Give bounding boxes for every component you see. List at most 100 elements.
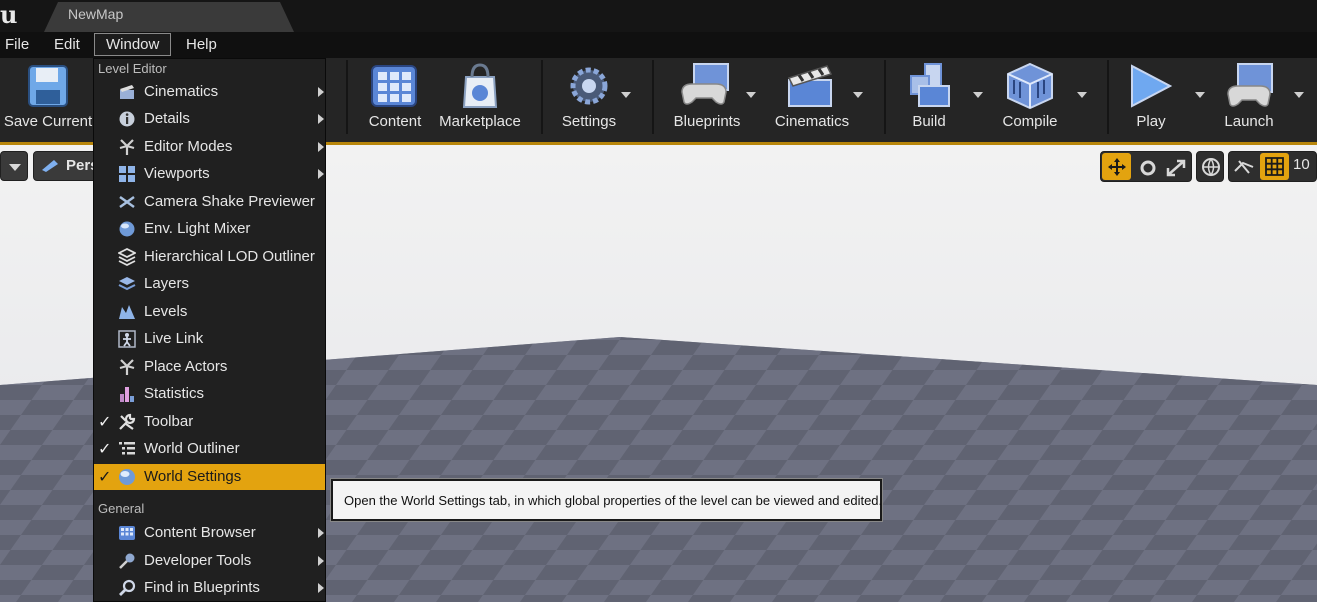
save-current-button[interactable]: Save Current [0, 58, 96, 138]
menu-item-camera-shake-previewer[interactable]: Camera Shake Previewer [94, 189, 325, 215]
menu-item-cinematics[interactable]: Cinematics [94, 79, 325, 105]
camera-shake-icon [119, 195, 135, 209]
list-icon [119, 442, 135, 455]
menu-item-label: Editor Modes [144, 138, 233, 155]
grid-snap-group: 10 [1228, 151, 1317, 182]
settings-button[interactable]: Settings [552, 58, 626, 138]
content-label: Content [368, 113, 422, 130]
world-settings-tooltip: Open the World Settings tab, in which gl… [331, 479, 882, 521]
toolbar-separator [1107, 60, 1109, 134]
menu-item-details[interactable]: Details [94, 106, 325, 132]
rotate-icon[interactable] [1138, 158, 1158, 178]
menu-item-label: Viewports [144, 165, 210, 182]
tab-title: NewMap [68, 6, 124, 22]
menu-item-label: Developer Tools [144, 552, 252, 569]
menu-item-label: Place Actors [144, 358, 228, 375]
menu-item-label: Content Browser [144, 524, 256, 541]
menu-item-label: Details [144, 110, 190, 127]
translate-tool-button[interactable] [1102, 153, 1131, 180]
menu-item-toolbar[interactable]: ✓ Toolbar [94, 409, 325, 435]
scale-icon[interactable] [1165, 158, 1187, 178]
submenu-arrow-icon [318, 556, 324, 566]
menu-item-layers[interactable]: Layers [94, 271, 325, 297]
menu-item-viewports[interactable]: Viewports [94, 161, 325, 187]
compile-dropdown-arrow[interactable] [1077, 92, 1087, 98]
marketplace-bag-icon [462, 63, 498, 108]
lod-stack-icon [118, 248, 136, 266]
menu-item-levels[interactable]: Levels [94, 299, 325, 325]
launch-monitor-icon [1227, 63, 1273, 107]
menu-item-label: Live Link [144, 330, 204, 347]
play-icon [1131, 64, 1172, 108]
world-local-toggle[interactable] [1196, 151, 1224, 182]
submenu-arrow-icon [318, 142, 324, 152]
grid-snap-button[interactable] [1260, 153, 1289, 180]
menu-item-hierarchical-lod-outliner[interactable]: Hierarchical LOD Outliner [94, 244, 325, 270]
menu-item-label: World Outliner [144, 440, 240, 457]
statistics-icon [120, 387, 134, 402]
launch-dropdown-arrow[interactable] [1294, 92, 1304, 98]
menu-item-place-actors[interactable]: Place Actors [94, 354, 325, 380]
surface-snap-icon[interactable] [1233, 157, 1255, 177]
cinematics-icon [120, 85, 134, 99]
place-actors-icon [119, 359, 135, 375]
blueprints-label: Blueprints [673, 113, 741, 130]
menu-item-statistics[interactable]: Statistics [94, 381, 325, 407]
perspective-icon [42, 160, 58, 172]
section-header-general: General [98, 501, 145, 516]
move-icon [1108, 158, 1126, 176]
menu-edit[interactable]: Edit [54, 36, 80, 54]
section-header-level-editor: Level Editor [98, 61, 167, 76]
build-dropdown-arrow[interactable] [973, 92, 983, 98]
cinematics-button[interactable]: Cinematics [770, 58, 854, 138]
menu-item-content-browser[interactable]: Content Browser [94, 520, 325, 546]
info-icon [119, 111, 135, 127]
globe-icon [1202, 158, 1220, 177]
settings-label: Settings [561, 113, 617, 130]
live-link-icon [118, 330, 136, 348]
menu-item-world-outliner[interactable]: ✓ World Outliner [94, 436, 325, 462]
submenu-arrow-icon [318, 114, 324, 124]
menu-item-editor-modes[interactable]: Editor Modes [94, 134, 325, 160]
menu-item-developer-tools[interactable]: Developer Tools [94, 548, 325, 574]
cinematics-dropdown-arrow[interactable] [853, 92, 863, 98]
menu-window[interactable]: Window [94, 33, 171, 56]
menu-item-env-light-mixer[interactable]: Env. Light Mixer [94, 216, 325, 242]
search-icon [119, 579, 136, 596]
blueprints-dropdown-arrow[interactable] [746, 92, 756, 98]
layers-icon [118, 277, 136, 291]
toolbar-separator [346, 60, 348, 134]
compile-button[interactable]: Compile [994, 58, 1066, 138]
menu-item-label: Env. Light Mixer [144, 220, 251, 237]
menu-item-label: Camera Shake Previewer [144, 193, 315, 210]
build-button[interactable]: Build [898, 58, 960, 138]
play-button[interactable]: Play [1120, 58, 1182, 138]
checkmark-icon: ✓ [98, 412, 112, 431]
menu-item-live-link[interactable]: Live Link [94, 326, 325, 352]
cinematics-label: Cinematics [774, 113, 850, 130]
marketplace-button[interactable]: Marketplace [436, 58, 524, 138]
menu-file[interactable]: File [5, 36, 29, 54]
menu-item-world-settings[interactable]: ✓ World Settings [94, 464, 325, 490]
viewport-options-button[interactable] [0, 151, 28, 181]
menu-bar: File Edit Help [0, 32, 1317, 58]
menu-item-find-in-blueprints[interactable]: Find in Blueprints [94, 575, 325, 601]
menu-help[interactable]: Help [186, 36, 217, 54]
toolbar-separator [541, 60, 543, 134]
submenu-arrow-icon [318, 583, 324, 593]
editor-modes-icon [119, 139, 135, 155]
checkmark-icon: ✓ [98, 467, 112, 486]
submenu-arrow-icon [318, 87, 324, 97]
play-dropdown-arrow[interactable] [1195, 92, 1205, 98]
submenu-arrow-icon [318, 528, 324, 538]
submenu-arrow-icon [318, 169, 324, 179]
play-label: Play [1136, 113, 1166, 130]
menu-item-label: Statistics [144, 385, 205, 402]
launch-button[interactable]: Launch [1216, 58, 1282, 138]
blueprints-button[interactable]: Blueprints [668, 58, 746, 138]
light-sphere-icon [119, 221, 135, 237]
content-button[interactable]: Content [360, 58, 430, 138]
map-tab[interactable]: NewMap [44, 0, 294, 32]
transform-tools-group [1100, 151, 1192, 182]
settings-dropdown-arrow[interactable] [621, 92, 631, 98]
